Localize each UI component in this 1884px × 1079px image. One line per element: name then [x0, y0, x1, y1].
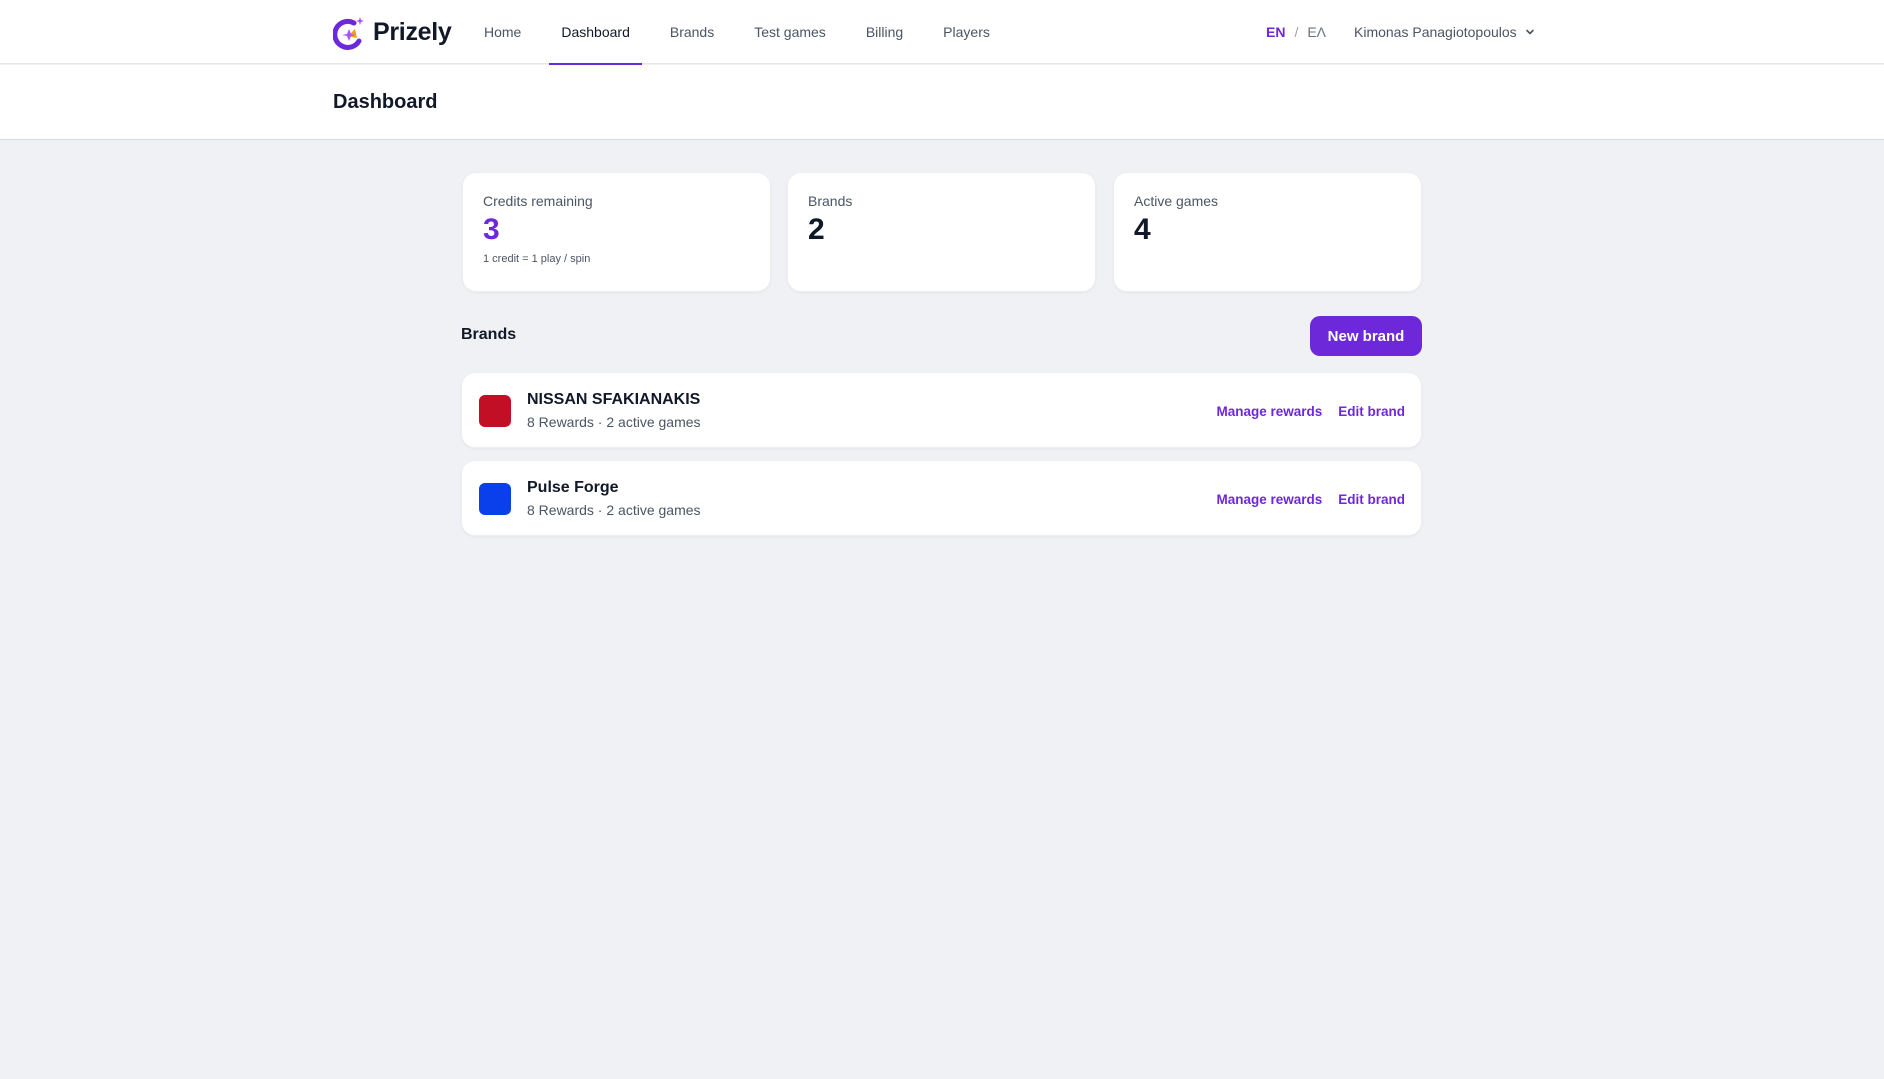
stat-label: Active games — [1134, 193, 1219, 209]
main-nav: Home Dashboard Brands Test games Billing… — [472, 0, 1018, 65]
page-title: Dashboard — [333, 91, 438, 113]
edit-brand-link[interactable]: Edit brand — [1338, 404, 1405, 419]
lang-el-option[interactable]: ΕΛ — [1307, 24, 1326, 40]
stat-card-active-games: Active games 4 — [1113, 172, 1422, 292]
prizely-logo-icon — [333, 17, 364, 50]
brand-color-swatch — [479, 483, 511, 515]
brands-section-title: Brands — [461, 326, 517, 343]
stat-note: 1 credit = 1 play / spin — [483, 253, 591, 265]
lang-separator: / — [1294, 24, 1299, 40]
stat-value: 3 — [483, 213, 500, 246]
language-switcher: EN / ΕΛ — [1266, 0, 1326, 64]
user-name: Kimonas Panagiotopoulos — [1354, 24, 1517, 40]
brand-actions: Manage rewards Edit brand — [1216, 373, 1405, 449]
nav-item-billing[interactable]: Billing — [854, 0, 915, 64]
page-header: Dashboard — [0, 65, 1884, 140]
nav-item-home[interactable]: Home — [472, 0, 533, 64]
brand-row: NISSAN SFAKIANAKIS 8 Rewards · 2 active … — [461, 372, 1422, 448]
chevron-down-icon — [1525, 29, 1534, 35]
user-menu[interactable]: Kimonas Panagiotopoulos — [1354, 0, 1535, 64]
new-brand-button[interactable]: New brand — [1310, 316, 1422, 356]
stat-label: Credits remaining — [483, 193, 593, 209]
brand-name: NISSAN SFAKIANAKIS — [527, 391, 701, 408]
brand-actions: Manage rewards Edit brand — [1216, 461, 1405, 537]
stat-label: Brands — [808, 193, 853, 209]
top-navigation-bar: Prizely Home Dashboard Brands Test games… — [0, 0, 1884, 65]
app-logo[interactable]: Prizely — [333, 14, 452, 50]
manage-rewards-link[interactable]: Manage rewards — [1216, 492, 1322, 507]
brand-name: Pulse Forge — [527, 479, 619, 496]
stat-card-credits: Credits remaining 3 1 credit = 1 play / … — [462, 172, 771, 292]
brand-row: Pulse Forge 8 Rewards · 2 active games M… — [461, 460, 1422, 536]
stat-card-brands: Brands 2 — [787, 172, 1096, 292]
nav-item-players[interactable]: Players — [931, 0, 1002, 64]
brand-color-swatch — [479, 395, 511, 427]
nav-item-test-games[interactable]: Test games — [742, 0, 838, 64]
brand-meta: 8 Rewards · 2 active games — [527, 414, 701, 430]
nav-item-dashboard[interactable]: Dashboard — [549, 0, 642, 65]
stat-value: 4 — [1134, 213, 1151, 246]
app-name: Prizely — [373, 17, 452, 46]
manage-rewards-link[interactable]: Manage rewards — [1216, 404, 1322, 419]
stat-value: 2 — [808, 213, 825, 246]
brand-meta: 8 Rewards · 2 active games — [527, 502, 701, 518]
nav-item-brands[interactable]: Brands — [658, 0, 726, 64]
lang-en-option[interactable]: EN — [1266, 24, 1285, 40]
edit-brand-link[interactable]: Edit brand — [1338, 492, 1405, 507]
